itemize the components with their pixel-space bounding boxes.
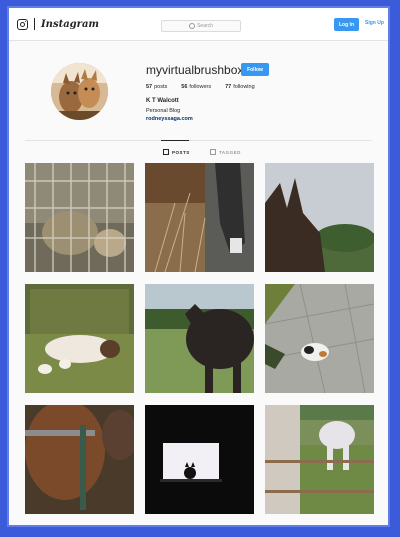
- post-thumbnail[interactable]: [145, 163, 254, 272]
- follow-button[interactable]: Follow: [241, 63, 269, 76]
- posts-count: 57: [146, 84, 153, 90]
- profile-bio: Personal Blog: [146, 108, 181, 114]
- post-thumbnail[interactable]: [145, 405, 254, 514]
- instagram-glyph-icon: [17, 18, 28, 30]
- profile-username: myvirtualbrushbox: [146, 63, 244, 77]
- posts-grid: [25, 163, 375, 514]
- stat-followers[interactable]: 56 followers: [181, 84, 211, 90]
- profile-full-name: K T Walcott: [146, 98, 179, 104]
- active-tab-indicator: [161, 140, 189, 141]
- tab-tagged-label: TAGGED: [219, 149, 241, 155]
- posts-label: posts: [154, 84, 168, 90]
- followers-count: 56: [181, 84, 188, 90]
- post-thumbnail[interactable]: [25, 405, 134, 514]
- post-thumbnail[interactable]: [145, 284, 254, 393]
- stat-posts: 57 posts: [146, 84, 167, 90]
- tagged-icon: [210, 149, 216, 155]
- tab-posts-label: POSTS: [172, 149, 190, 155]
- following-label: following: [233, 84, 255, 90]
- profile-stats: 57 posts 56 followers 77 following: [146, 84, 269, 90]
- stat-following[interactable]: 77 following: [225, 84, 255, 90]
- tab-posts[interactable]: POSTS: [163, 149, 190, 155]
- signup-link[interactable]: Sign Up: [365, 20, 384, 26]
- post-thumbnail[interactable]: [265, 163, 374, 272]
- search-placeholder: Search: [197, 23, 213, 29]
- brand-divider: [34, 18, 35, 30]
- top-navigation: Instagram Search Log In Sign Up: [9, 8, 388, 41]
- followers-label: followers: [189, 84, 212, 90]
- brand[interactable]: Instagram: [17, 18, 99, 30]
- post-thumbnail[interactable]: [265, 405, 374, 514]
- following-count: 77: [225, 84, 232, 90]
- page-frame: Instagram Search Log In Sign Up myvirtua…: [9, 8, 388, 525]
- tab-tagged[interactable]: TAGGED: [210, 149, 241, 155]
- login-button[interactable]: Log In: [334, 18, 359, 31]
- post-thumbnail[interactable]: [25, 284, 134, 393]
- instagram-wordmark: Instagram: [41, 18, 99, 30]
- search-input[interactable]: Search: [161, 20, 241, 32]
- avatar[interactable]: [51, 63, 108, 120]
- post-thumbnail[interactable]: [265, 284, 374, 393]
- grid-icon: [163, 149, 169, 155]
- post-thumbnail[interactable]: [25, 163, 134, 272]
- tabs-divider: [25, 140, 372, 141]
- search-icon: [189, 23, 196, 29]
- profile-website-link[interactable]: rodneyssaga.com: [146, 116, 193, 122]
